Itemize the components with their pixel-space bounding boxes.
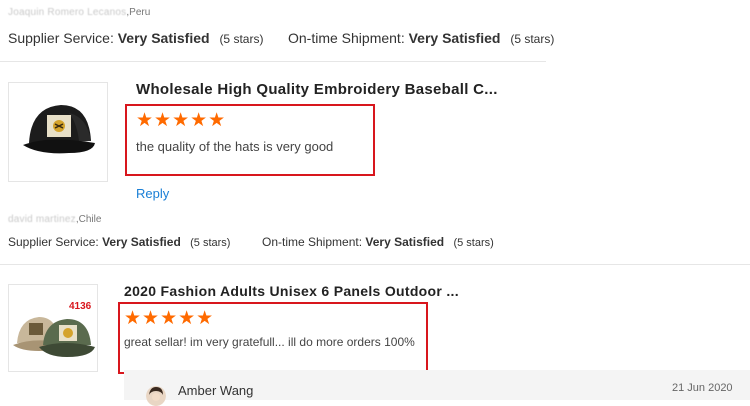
divider (0, 264, 750, 265)
product-title[interactable]: 2020 Fashion Adults Unisex 6 Panels Outd… (124, 283, 459, 299)
divider (0, 61, 546, 62)
reviewer-country: ,Peru (126, 7, 151, 18)
baseball-cap-icon (9, 83, 107, 181)
reviewer-country: ,Chile (75, 214, 102, 225)
review-comment: the quality of the hats is very good (136, 139, 334, 154)
ontime-shipment-rating: On-time Shipment: Very Satisfied (5 star… (262, 235, 494, 249)
thumbnail-code: 4136 (69, 301, 92, 312)
product-thumbnail[interactable] (8, 82, 108, 182)
supplier-service-rating: Supplier Service: Very Satisfied (5 star… (8, 30, 264, 46)
reviewer-line: Joaquin Romero Lecanos,Peru (8, 7, 150, 18)
rating-stars: ★★★★★ (136, 110, 227, 131)
person-icon (146, 386, 166, 406)
reviewer-name: david martinez (8, 214, 76, 225)
product-thumbnail[interactable]: 4136 (8, 284, 98, 372)
review-comment: great sellar! im very gratefull... ill d… (124, 335, 415, 349)
reply-author: Amber Wang (178, 383, 254, 398)
reply-date: 21 Jun 2020 (672, 382, 733, 394)
baseball-caps-icon: 4136 (9, 285, 97, 371)
avatar (146, 386, 166, 406)
reviewer-line: david martinez,Chile (8, 214, 101, 225)
reviewer-name: Joaquin Romero Lecanos (8, 7, 127, 18)
reply-link[interactable]: Reply (136, 186, 169, 201)
rating-stars: ★★★★★ (124, 308, 215, 329)
supplier-service-rating: Supplier Service: Very Satisfied (5 star… (8, 235, 231, 249)
product-title[interactable]: Wholesale High Quality Embroidery Baseba… (136, 81, 498, 98)
ontime-shipment-rating: On-time Shipment: Very Satisfied (5 star… (288, 30, 555, 46)
